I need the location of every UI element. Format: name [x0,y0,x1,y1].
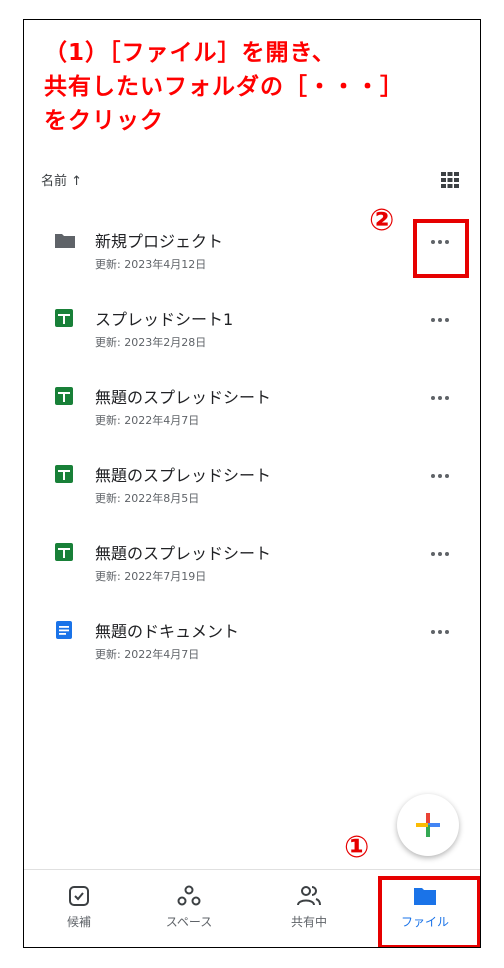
file-name: 無題のスプレッドシート [95,388,272,407]
file-name: スプレッドシート1 [95,310,234,329]
file-list: 新規プロジェクト 更新: 2023年4月12日 スプレッドシート1 更新: 20… [24,200,480,668]
nav-tab-files[interactable]: ファイル [370,870,480,947]
instruction-line-3: をクリック [44,108,164,134]
instruction-line-1: （1）［ファイル］を開き、 [44,40,336,66]
more-options-button[interactable] [422,228,458,256]
step-2-label: ② [369,203,395,238]
file-row[interactable]: 無題のドキュメント 更新: 2022年4月7日 [24,590,480,668]
file-name: 新規プロジェクト [95,232,224,251]
spreadsheet-icon [54,308,74,328]
more-horizontal-icon [431,552,449,556]
phone-screen: （1）［ファイル］を開き、 共有したいフォルダの［・・・］ をクリック 名前 ↑… [23,19,481,948]
spreadsheet-icon [54,464,74,484]
spaces-icon [176,885,202,907]
more-options-button[interactable] [422,618,458,646]
more-horizontal-icon [431,318,449,322]
instruction-line-2: 共有したいフォルダの［・・・］ [44,74,404,100]
nav-label: 共有中 [290,915,327,929]
more-horizontal-icon [431,474,449,478]
more-options-button[interactable] [422,540,458,568]
nav-label: スペース [165,915,213,929]
file-modified-date: 更新: 2023年4月12日 [95,258,207,271]
sort-by-name-button[interactable]: 名前 ↑ [41,174,82,189]
sort-bar: 名前 ↑ [41,170,461,194]
file-row[interactable]: スプレッドシート1 更新: 2023年2月28日 [24,278,480,356]
file-modified-date: 更新: 2022年4月7日 [95,414,200,427]
file-modified-date: 更新: 2022年4月7日 [95,648,200,661]
more-horizontal-icon [431,630,449,634]
shared-icon [296,885,322,907]
file-modified-date: 更新: 2022年8月5日 [95,492,200,505]
files-icon [412,885,438,907]
document-icon [54,620,74,640]
instruction-text: （1）［ファイル］を開き、 共有したいフォルダの［・・・］ をクリック [44,36,474,138]
grid-view-icon[interactable] [441,172,459,188]
folder-icon [54,230,75,250]
spreadsheet-icon [54,542,74,562]
file-row[interactable]: 新規プロジェクト 更新: 2023年4月12日 [24,200,480,278]
bottom-navigation: 候補 スペース 共有中 ファイル [24,869,480,947]
nav-tab-shared[interactable]: 共有中 [254,870,364,947]
spreadsheet-icon [54,386,74,406]
plus-icon [416,813,440,837]
file-row[interactable]: 無題のスプレッドシート 更新: 2022年7月19日 [24,512,480,590]
nav-label: 候補 [66,915,91,929]
file-modified-date: 更新: 2022年7月19日 [95,570,207,583]
nav-label: ファイル [400,915,449,929]
file-name: 無題のスプレッドシート [95,544,272,563]
more-options-button[interactable] [422,384,458,412]
more-options-button[interactable] [422,462,458,490]
more-horizontal-icon [431,240,449,244]
file-name: 無題のドキュメント [95,622,240,641]
new-button[interactable] [397,794,459,856]
nav-tab-spaces[interactable]: スペース [134,870,244,947]
more-horizontal-icon [431,396,449,400]
suggested-icon [66,885,92,907]
step-1-label: ① [344,830,370,865]
file-name: 無題のスプレッドシート [95,466,272,485]
more-options-button[interactable] [422,306,458,334]
file-modified-date: 更新: 2023年2月28日 [95,336,207,349]
file-row[interactable]: 無題のスプレッドシート 更新: 2022年8月5日 [24,434,480,512]
nav-tab-suggested[interactable]: 候補 [24,870,134,947]
file-row[interactable]: 無題のスプレッドシート 更新: 2022年4月7日 [24,356,480,434]
